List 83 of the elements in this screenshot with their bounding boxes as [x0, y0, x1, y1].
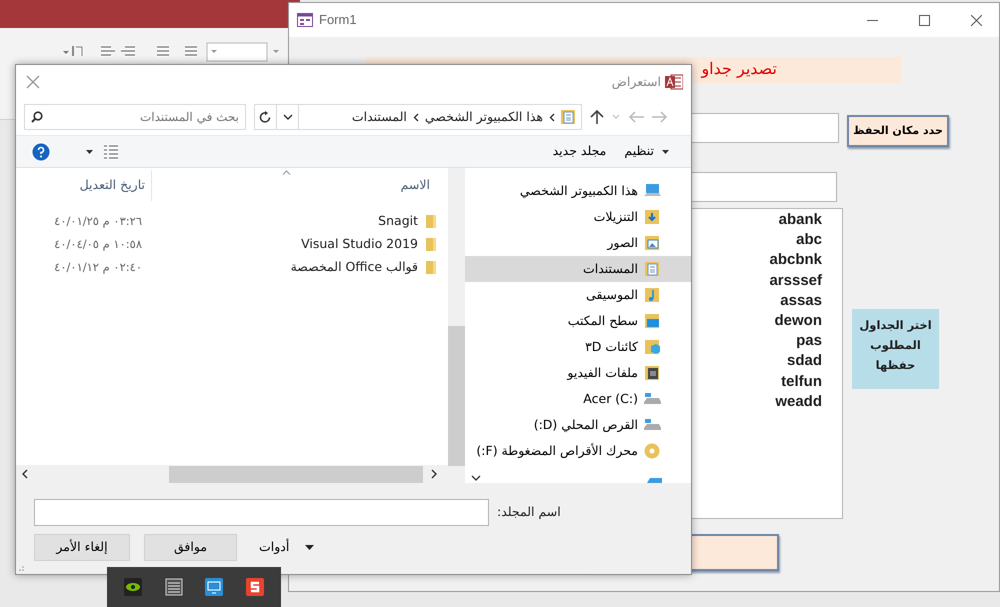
search-field[interactable]: بحث في المستندات — [24, 104, 246, 130]
file-name[interactable]: قوالب Office المخصصة — [142, 258, 426, 277]
up-arrow-icon[interactable] — [590, 109, 604, 125]
nav-item[interactable]: الصور — [465, 230, 691, 256]
save-location-button[interactable]: حدد مكان الحفظ — [847, 115, 949, 147]
network-icon — [646, 476, 663, 483]
videos-icon — [644, 365, 661, 381]
tables-label: اختر الجداول المطلوب حفظها — [852, 309, 939, 389]
downloads-icon — [644, 209, 661, 225]
refresh-icon — [259, 110, 272, 124]
music-icon — [644, 287, 661, 303]
scrollbar-thumb[interactable] — [448, 326, 465, 466]
tools-button[interactable]: أدوات — [255, 536, 318, 559]
modified-date: ٤٠/٠١/٢٥ م ٠٣:٢٦ — [53, 212, 142, 230]
vertical-scrollbar[interactable] — [448, 168, 465, 483]
objects-icon — [644, 339, 661, 355]
modified-date: ٤٠/٠٤/٠٥ م ١٠:٥٨ — [53, 236, 142, 253]
file-name[interactable]: Visual Studio 2019 — [142, 235, 426, 254]
documents-icon — [644, 261, 661, 277]
sort-caret-icon — [282, 170, 291, 175]
window-title: Form1 — [319, 11, 357, 30]
folder-icon — [426, 215, 436, 228]
pictures-icon — [644, 235, 661, 251]
horizontal-scrollbar[interactable] — [16, 465, 448, 483]
folder-name-label: اسم المجلد: — [497, 503, 561, 522]
chevron-down-icon[interactable] — [471, 475, 481, 481]
nav-item[interactable]: هذا الكمبيوتر الشخصي — [465, 178, 691, 204]
list-item[interactable]: assas — [780, 290, 822, 312]
list-item[interactable]: weadd — [775, 392, 822, 412]
chevron-down-icon — [282, 114, 292, 120]
eye-logo-icon[interactable] — [124, 578, 142, 596]
maximize-icon — [918, 14, 930, 26]
new-folder-button[interactable]: مجلد جديد — [548, 140, 610, 163]
nav-item[interactable]: المستندات — [465, 256, 691, 282]
close-icon[interactable] — [26, 75, 40, 89]
nav-item[interactable]: الموسيقى — [465, 282, 691, 308]
breadcrumb-item[interactable]: هذا الكمبيوتر الشخصي — [424, 108, 543, 126]
nav-item[interactable]: كائنات ٣D — [465, 334, 691, 360]
list-item[interactable]: abc — [796, 230, 822, 250]
file-name[interactable]: Snagit — [142, 212, 426, 231]
list-item[interactable]: pas — [796, 331, 822, 352]
drive-icon — [644, 391, 661, 407]
list-item[interactable]: abcbnk — [769, 250, 822, 271]
address-bar[interactable]: هذا الكمبيوتر الشخصي المستندات — [254, 104, 582, 130]
documents-folder-icon — [561, 109, 575, 125]
caret-icon — [305, 545, 314, 550]
app-icon — [665, 74, 683, 90]
folder-name-field[interactable] — [34, 499, 489, 526]
list-item[interactable]: telfun — [781, 372, 822, 392]
list-item[interactable]: abank — [778, 210, 822, 230]
folder-icon — [426, 261, 436, 274]
chevron-icon — [412, 112, 419, 122]
window-list-icon[interactable] — [164, 578, 183, 596]
folder-icon — [426, 238, 436, 251]
nav-item[interactable]: القرص المحلي (D:) — [465, 412, 691, 438]
forward-arrow-icon[interactable] — [652, 111, 668, 123]
desktop-icon — [644, 313, 661, 329]
nav-item[interactable]: Acer (C:) — [465, 386, 691, 412]
organize-button[interactable]: تنظيم — [620, 140, 673, 163]
list-item[interactable]: dewon — [774, 311, 822, 332]
scrollbar-thumb[interactable] — [169, 466, 423, 482]
pc-icon — [644, 183, 661, 199]
nav-item[interactable]: محرك الأقراص المضغوطة (F:) — [465, 438, 691, 464]
cdrom-icon — [644, 443, 661, 459]
caret-icon[interactable] — [86, 150, 93, 154]
cancel-button[interactable]: إلغاء الأمر — [34, 534, 130, 561]
view-options-icon[interactable] — [102, 144, 119, 160]
nav-item[interactable]: سطح المكتب — [465, 308, 691, 334]
drive-icon — [644, 417, 661, 433]
close-icon — [970, 14, 982, 26]
form-icon — [297, 13, 313, 27]
back-arrow-icon[interactable] — [628, 111, 644, 123]
caret-icon — [662, 150, 669, 154]
list-item[interactable]: arsssef — [769, 270, 822, 291]
help-icon[interactable] — [32, 142, 50, 160]
monitor-icon[interactable] — [205, 578, 224, 596]
modified-date: ٤٠/٠١/١٢ م ٠٢:٤٠ — [53, 258, 142, 276]
nav-item[interactable]: التنزيلات — [465, 204, 691, 230]
ok-button[interactable]: موافق — [144, 534, 237, 561]
breadcrumb-item[interactable]: المستندات — [352, 108, 407, 126]
list-item[interactable]: sdad — [786, 351, 822, 372]
nav-item[interactable]: ملفات الفيديو — [465, 360, 691, 386]
chevron-icon — [549, 112, 555, 122]
